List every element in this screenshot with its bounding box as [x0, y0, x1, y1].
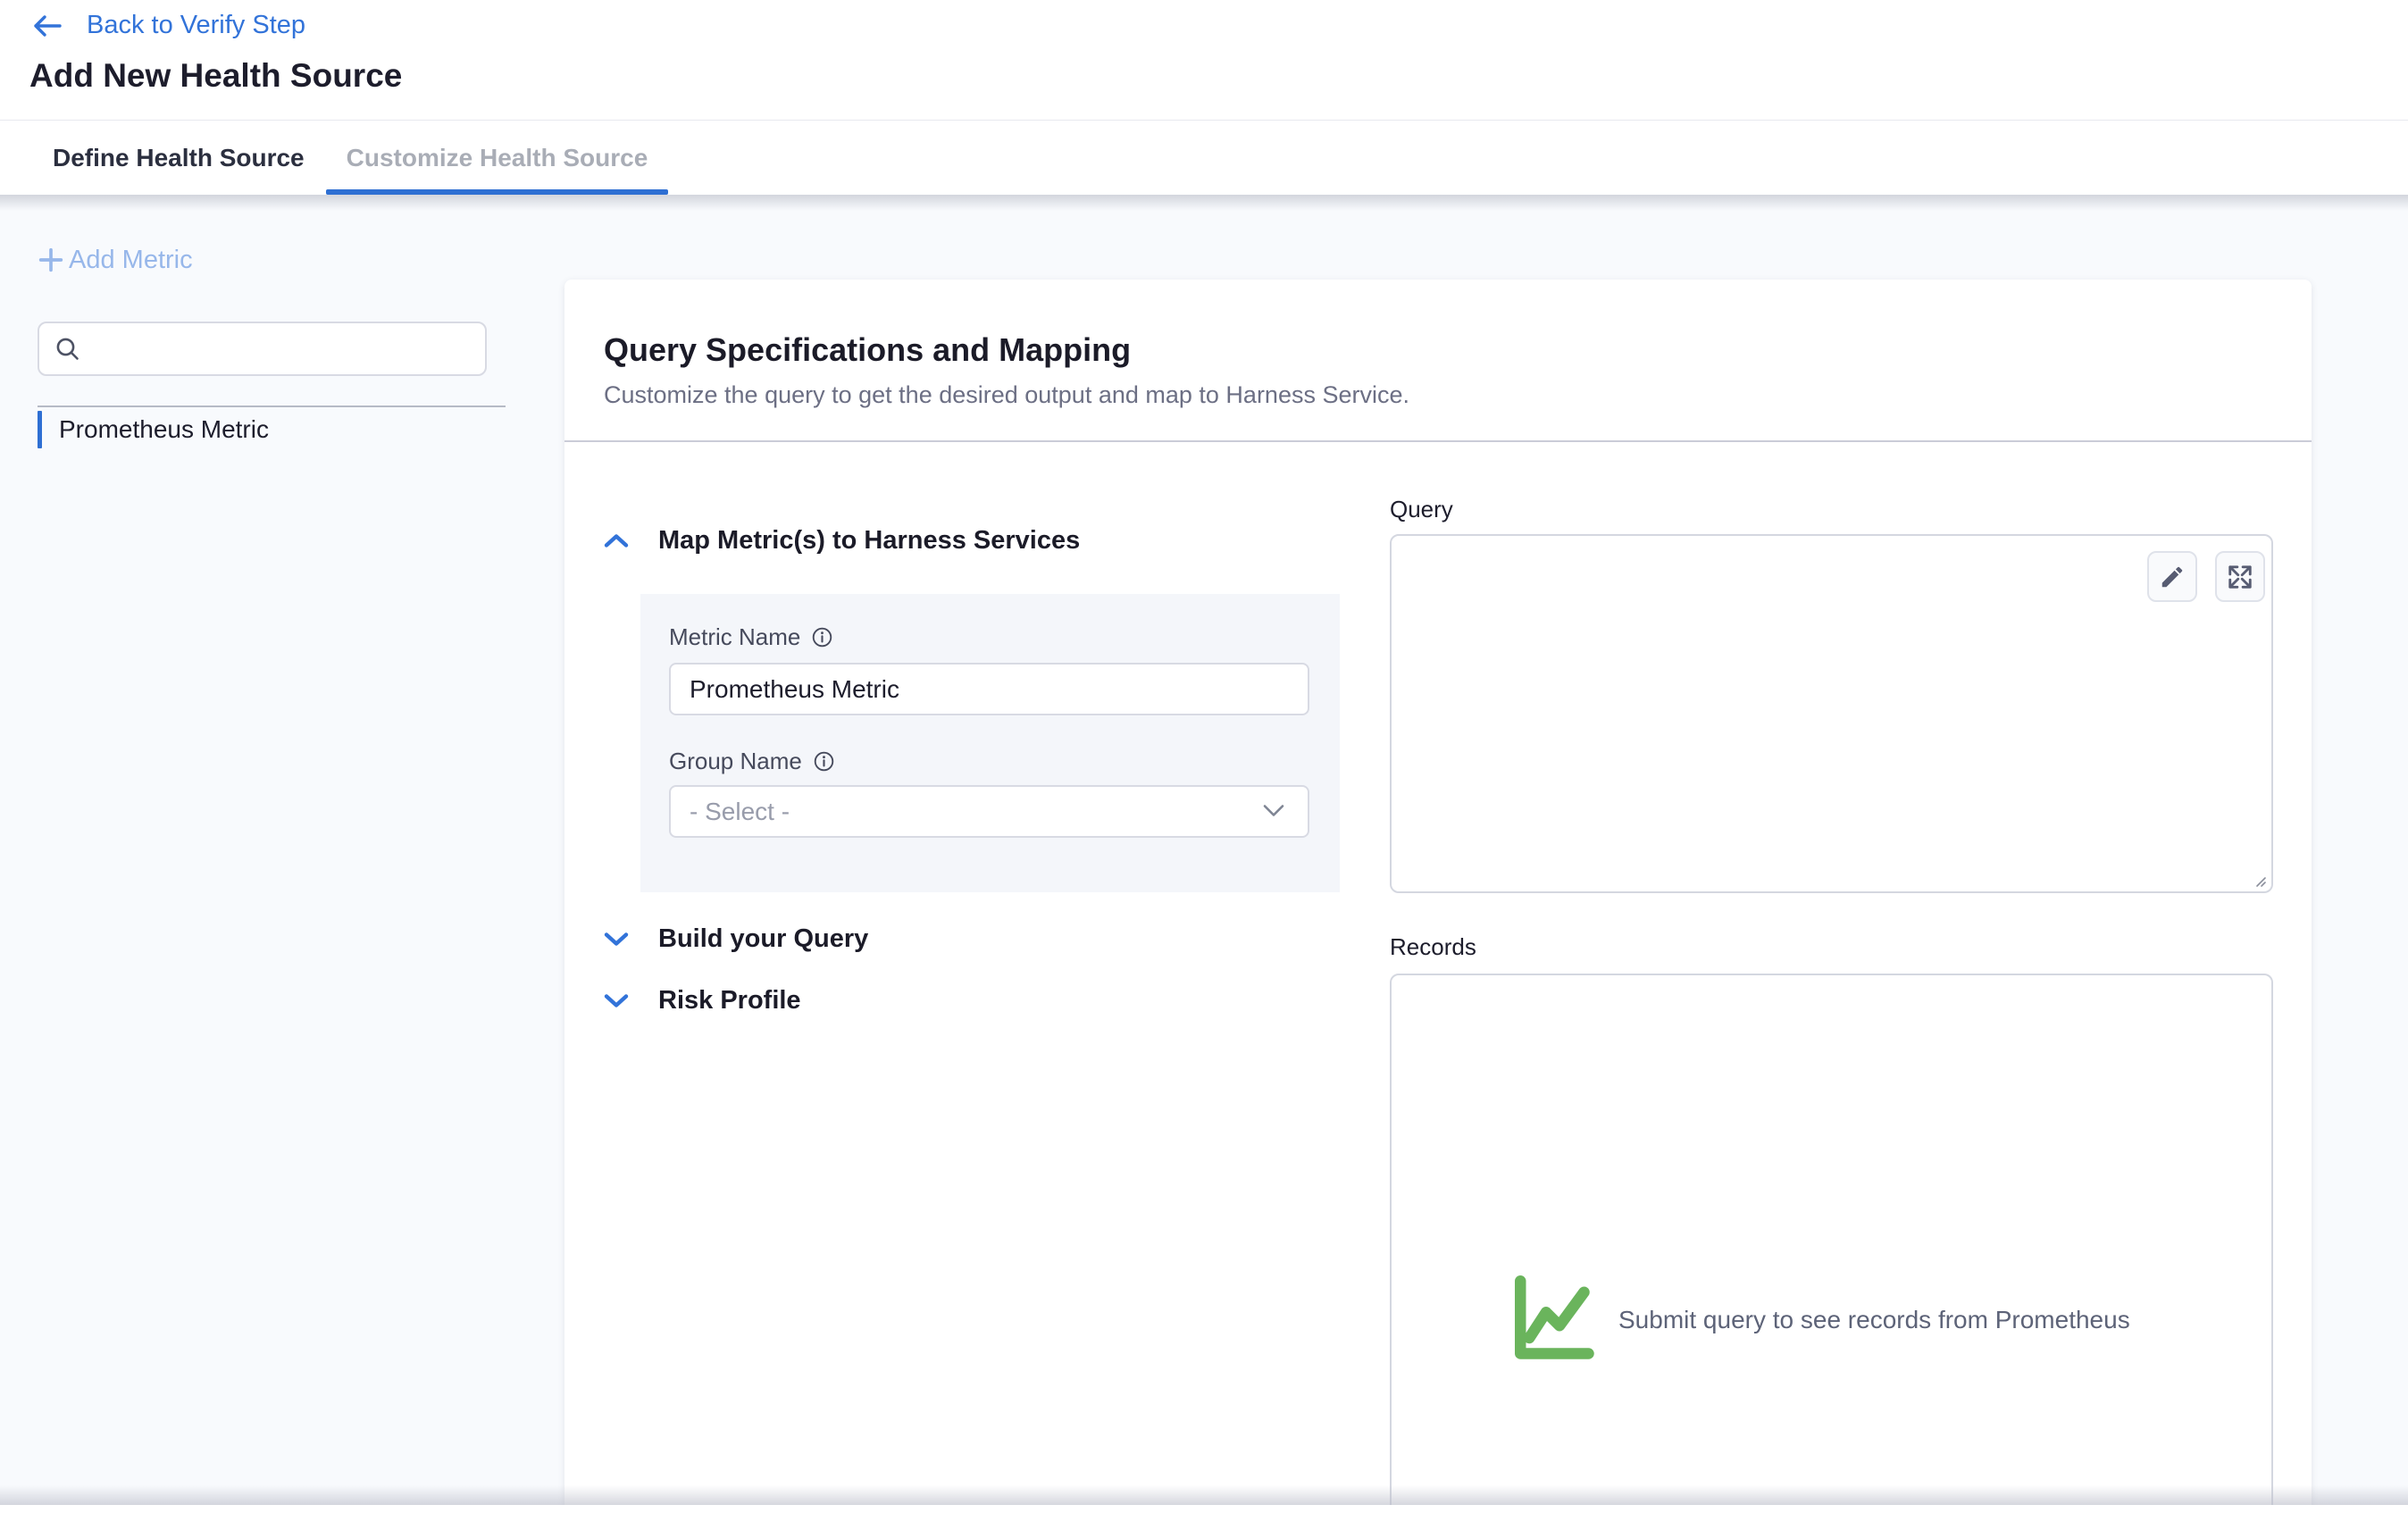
group-name-placeholder: - Select -: [690, 798, 790, 826]
group-name-label-row: Group Name: [669, 748, 835, 775]
query-specifications-card: Query Specifications and Mapping Customi…: [564, 280, 2312, 1513]
chevron-down-icon: [1263, 804, 1284, 817]
expand-query-button[interactable]: [2215, 551, 2265, 602]
metric-mapping-form: Metric Name Group Name: [640, 594, 1340, 892]
sidebar-divider: [38, 405, 506, 407]
section-build-query-toggle[interactable]: Build your Query: [604, 924, 868, 954]
records-label: Records: [1390, 933, 1476, 961]
section-risk-profile-toggle[interactable]: Risk Profile: [604, 986, 801, 1016]
tab-customize-health-source[interactable]: Customize Health Source: [328, 121, 667, 195]
chart-icon: [1506, 1270, 1604, 1370]
records-empty-message: Submit query to see records from Prometh…: [1618, 1306, 2130, 1334]
section-map-metrics-toggle[interactable]: Map Metric(s) to Harness Services: [604, 526, 1080, 556]
chevron-down-icon: [604, 992, 629, 1009]
back-link-label: Back to Verify Step: [87, 11, 305, 40]
section-map-metrics-label: Map Metric(s) to Harness Services: [658, 526, 1080, 556]
content-area: Add Metric Prometheus Metric Query Speci…: [0, 195, 2408, 1513]
section-risk-profile-label: Risk Profile: [658, 986, 801, 1016]
selected-indicator: [38, 411, 42, 448]
tab-define-health-source[interactable]: Define Health Source: [53, 121, 328, 195]
back-link[interactable]: Back to Verify Step: [32, 11, 305, 40]
card-subtitle: Customize the query to get the desired o…: [604, 381, 1409, 409]
card-title: Query Specifications and Mapping: [604, 331, 1131, 369]
records-panel: Submit query to see records from Prometh…: [1390, 974, 2273, 1513]
metric-item-label: Prometheus Metric: [59, 415, 269, 444]
resize-handle-icon[interactable]: [2251, 872, 2267, 888]
expand-icon: [2227, 564, 2253, 590]
records-empty-state: Submit query to see records from Prometh…: [1506, 1270, 2130, 1370]
pencil-icon: [2159, 564, 2186, 590]
chevron-down-icon: [604, 931, 629, 948]
add-metric-label: Add Metric: [69, 246, 193, 275]
chevron-up-icon: [604, 532, 629, 549]
plus-icon: [36, 245, 66, 275]
card-divider: [564, 440, 2312, 442]
metric-name-input[interactable]: [669, 663, 1309, 715]
search-icon: [54, 335, 82, 364]
search-box: [38, 322, 487, 376]
add-metric-button[interactable]: Add Metric: [36, 245, 193, 275]
edit-query-button[interactable]: [2147, 551, 2197, 602]
query-label: Query: [1390, 496, 1453, 523]
metric-name-label: Metric Name: [669, 623, 800, 651]
back-arrow-icon: [32, 13, 63, 38]
info-icon[interactable]: [811, 626, 833, 648]
group-name-label: Group Name: [669, 748, 802, 775]
info-icon[interactable]: [813, 750, 835, 773]
metric-name-label-row: Metric Name: [669, 623, 833, 651]
page-title: Add New Health Source: [29, 57, 402, 95]
group-name-select[interactable]: - Select -: [669, 785, 1309, 838]
query-textarea[interactable]: [1392, 536, 2271, 891]
footer-bar: [0, 1505, 2408, 1513]
tab-bar: Define Health Source Customize Health So…: [0, 120, 2408, 195]
screen: Back to Verify Step Add New Health Sourc…: [0, 0, 2408, 1513]
sidebar-item-prometheus-metric[interactable]: Prometheus Metric: [38, 411, 269, 448]
section-build-query-label: Build your Query: [658, 924, 868, 954]
search-input[interactable]: [93, 325, 485, 372]
query-editor: [1390, 534, 2273, 893]
